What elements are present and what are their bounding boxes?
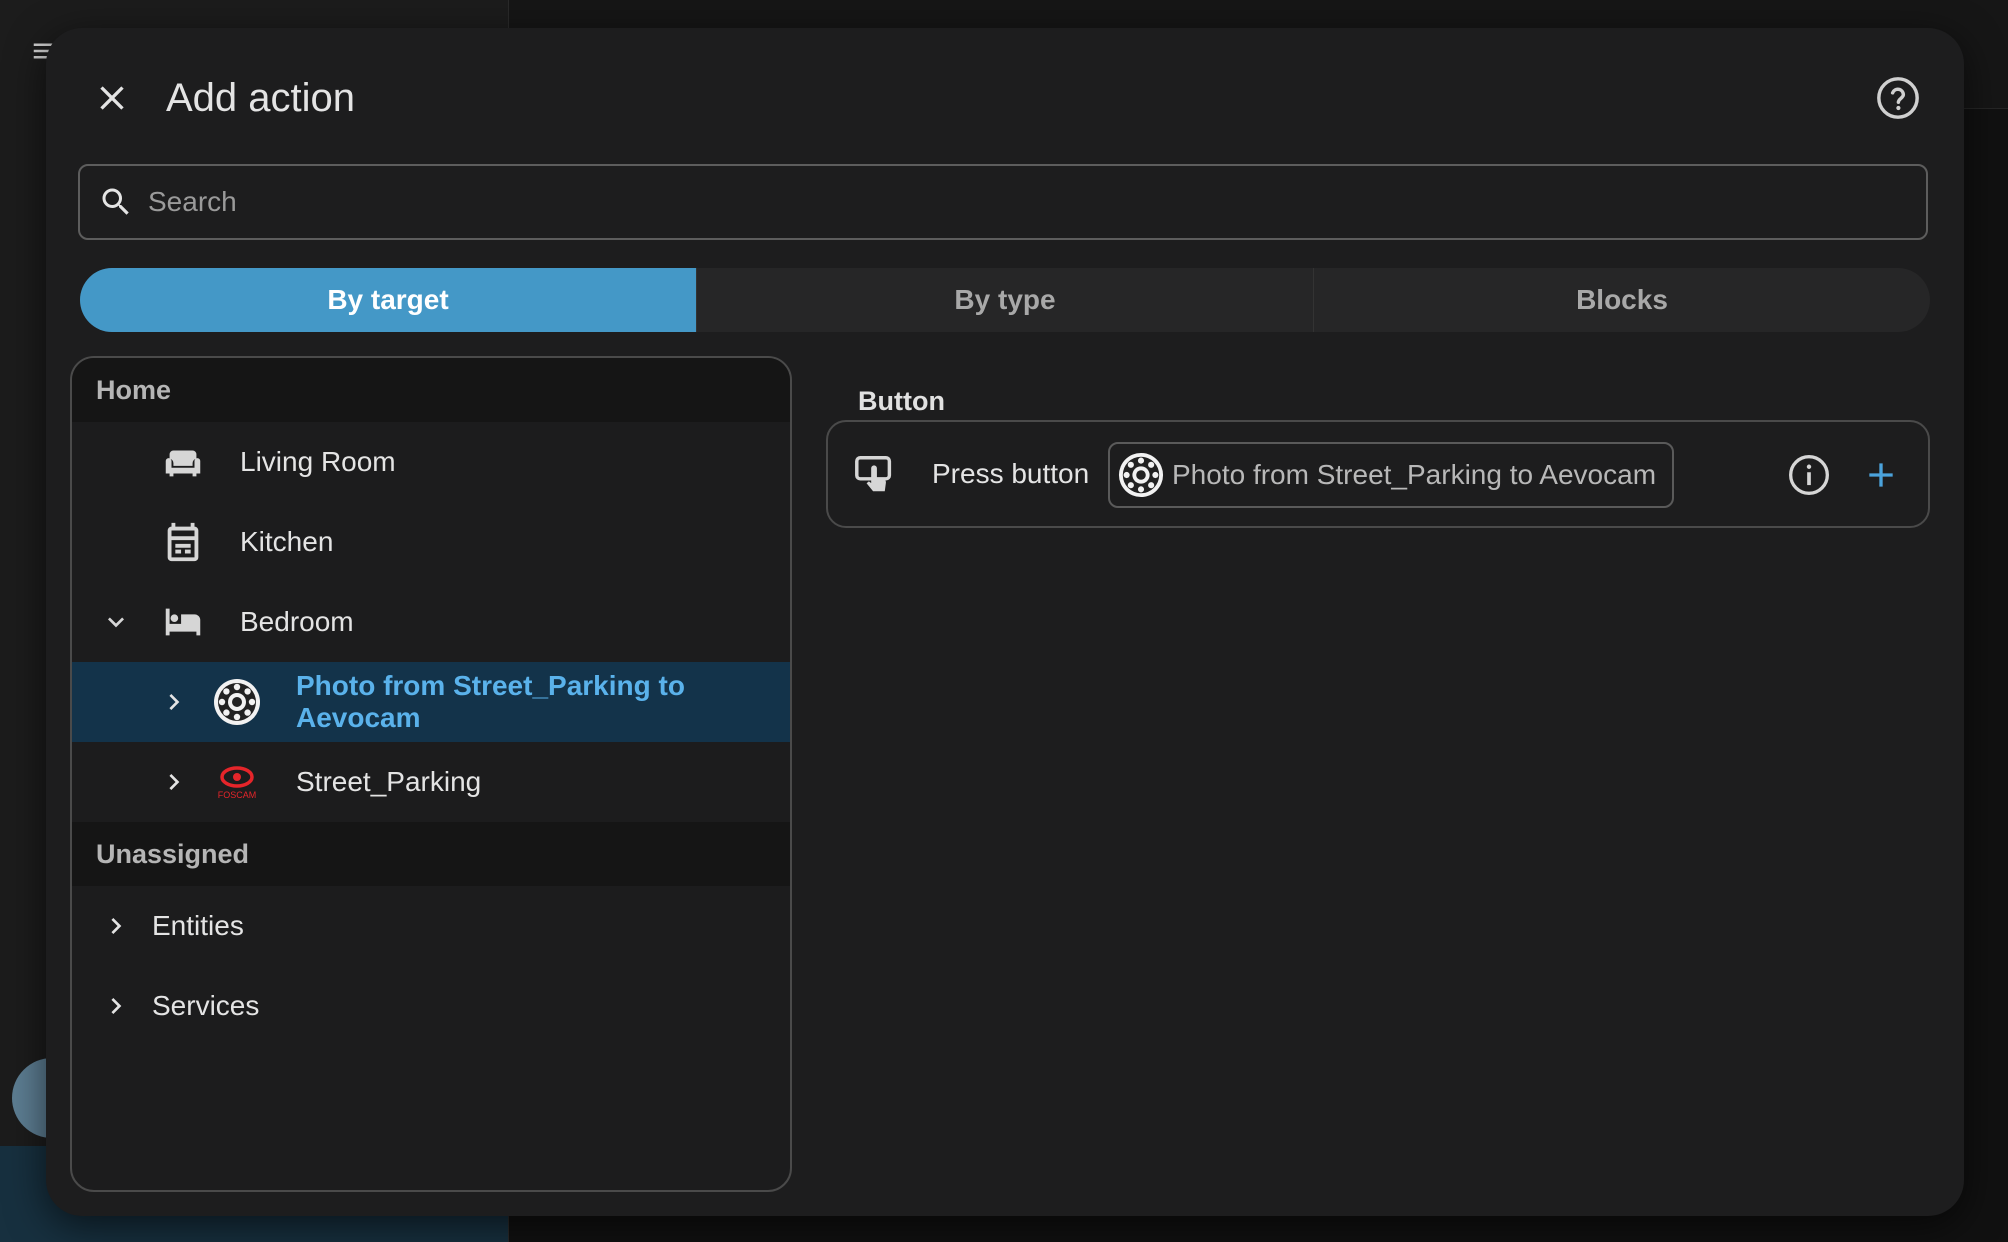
tree-item-label: Photo from Street_Parking to Aevocam [296,670,685,733]
chevron-right-icon[interactable] [156,764,192,800]
tree-item-label: Street_Parking [296,766,482,797]
tab-by-type[interactable]: By type [696,268,1313,332]
tree-item-label: Living Room [240,446,396,477]
close-icon [100,86,124,110]
action-label: Press button [932,458,1090,489]
search-field[interactable] [78,164,1928,240]
action-group-title: Button [858,386,945,416]
close-button[interactable] [82,68,142,128]
tree-item-label: Bedroom [240,606,354,637]
help-circle-icon [1877,77,1919,119]
chevron-down-icon[interactable] [98,604,134,640]
tab-by-target[interactable]: By target [80,268,696,332]
stove-icon [158,517,208,567]
target-chip[interactable]: Photo from Street_Parking to Aevocam [1108,442,1674,508]
tab-blocks[interactable]: Blocks [1313,268,1930,332]
tree-item-kitchen[interactable]: Kitchen [72,502,790,582]
foscam-logo-text: FOSCAM [218,790,257,800]
tree-item-entities[interactable]: Entities [72,886,790,966]
chevron-right-icon[interactable] [98,988,134,1024]
tree-item-bedroom[interactable]: Bedroom [72,582,790,662]
tree-item-services[interactable]: Services [72,966,790,1046]
tree-item-label: Services [152,990,260,1021]
aperture-icon [212,677,262,727]
target-tree: Home Living Room Kitchen Bedroom Photo f… [70,356,792,1192]
bed-icon [158,597,208,647]
add-action-button[interactable] [1858,452,1904,498]
target-chip-label: Photo from Street_Parking to Aevocam [1172,459,1657,490]
search-input[interactable] [146,185,1926,219]
info-icon [1789,455,1829,495]
dialog-title: Add action [166,76,356,120]
tab-bar: By target By type Blocks [80,268,1930,332]
help-button[interactable] [1872,72,1924,124]
action-item-press-button[interactable]: Press button Photo from Street_Parking t… [826,420,1930,528]
section-header-home: Home [72,358,790,422]
info-button[interactable] [1786,452,1832,498]
tree-device-street-parking[interactable]: FOSCAM Street_Parking [72,742,790,822]
tree-item-living-room[interactable]: Living Room [72,422,790,502]
gesture-tap-button-icon [852,452,898,498]
chevron-right-icon[interactable] [98,908,134,944]
plus-icon [1869,463,1893,487]
search-icon [98,184,134,220]
tree-item-label: Kitchen [240,526,334,557]
foscam-logo: FOSCAM [212,757,262,807]
chevron-right-icon[interactable] [156,684,192,720]
add-action-dialog: Add action By target By type Blocks Home… [46,28,1964,1216]
aperture-icon [1118,452,1164,498]
section-header-unassigned: Unassigned [72,822,790,886]
tree-item-label: Entities [152,910,244,941]
sofa-icon [158,437,208,487]
tree-device-photo-aevocam[interactable]: Photo from Street_Parking to Aevocam [72,662,790,742]
